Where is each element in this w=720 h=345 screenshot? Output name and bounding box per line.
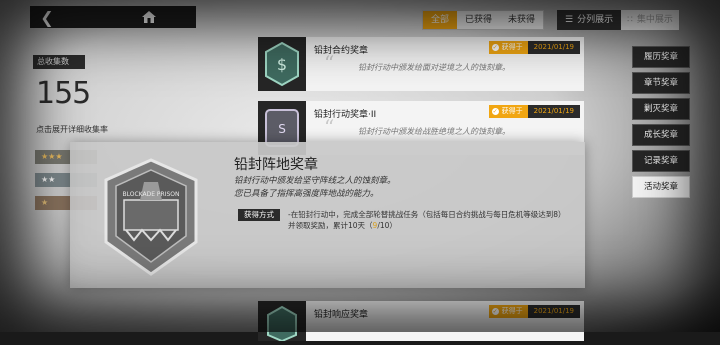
home-icon xyxy=(142,11,156,23)
medal-detail-popup[interactable]: BLOCKADE PRISON 铅封阵地奖章 铅封行动中颁发给坚守阵线之人的蚀刻… xyxy=(70,142,585,288)
medal-card[interactable]: 铅封响应奖章 ✓ 获得于 2021/01/19 xyxy=(258,301,584,343)
split-view-label: 分列展示 xyxy=(577,15,614,25)
collection-total: 155 xyxy=(36,76,91,111)
obtained-date: 2021/01/19 xyxy=(527,305,580,318)
side-tab-record[interactable]: 记录奖章 xyxy=(632,150,690,172)
filter-unobtained[interactable]: 未获得 xyxy=(500,11,543,29)
side-tab-resume[interactable]: 履历奖章 xyxy=(632,46,690,68)
method-text: -在铅封行动中，完成全部轮替挑战任务（包括每日合约挑战与每日危机等级达到8）并领… xyxy=(288,210,566,230)
split-view-button[interactable]: ☰ 分列展示 xyxy=(557,10,622,30)
focus-view-button[interactable]: ∷ 集中展示 xyxy=(621,10,679,30)
grid-icon: ∷ xyxy=(627,15,633,25)
obtained-badge: ✓ 获得于 2021/01/19 xyxy=(488,105,580,118)
medal-card[interactable]: $ 铅封合约奖章 “ 铅封行动中颁发给面对逆境之人的蚀刻章。 ✓ 获得于 2021… xyxy=(258,37,584,91)
home-button[interactable] xyxy=(110,6,188,28)
quote-icon: “ xyxy=(324,115,335,139)
filter-all[interactable]: 全部 xyxy=(423,11,458,29)
two-star-icon: ★★ xyxy=(41,175,56,184)
medal-title: 铅封响应奖章 xyxy=(314,310,369,320)
popup-title: 铅封阵地奖章 xyxy=(234,157,318,173)
side-tab-event[interactable]: 活动奖章 xyxy=(632,176,690,198)
svg-text:$: $ xyxy=(277,55,287,74)
filter-group: 全部 已获得 未获得 xyxy=(422,10,545,30)
method-label: 获得方式 xyxy=(238,209,280,221)
medal-inscription: BLOCKADE PRISON xyxy=(123,191,180,198)
collection-tag: 总收集数 xyxy=(33,55,85,69)
side-tab-growth[interactable]: 成长奖章 xyxy=(632,124,690,146)
one-star-icon: ★ xyxy=(41,198,49,207)
medal-icon xyxy=(258,301,306,343)
obtained-badge: ✓ 获得于 2021/01/19 xyxy=(488,41,580,54)
blockade-medal-icon: BLOCKADE PRISON xyxy=(84,156,219,284)
popup-desc-line: 铅封行动中颁发给坚守阵线之人的蚀刻章。 xyxy=(234,176,396,186)
popup-desc: 铅封行动中颁发给坚守阵线之人的蚀刻章。 您已具备了指挥高强度阵地战的能力。 xyxy=(234,175,396,201)
progress-total: /10 xyxy=(377,221,390,230)
svg-text:S: S xyxy=(278,122,286,136)
view-toggle: ☰ 分列展示 ∷ 集中展示 xyxy=(557,10,679,30)
check-icon: ✓ xyxy=(491,108,499,115)
popup-desc-line: 您已具备了指挥高强度阵地战的能力。 xyxy=(234,189,379,199)
medal-title: 铅封合约奖章 xyxy=(314,46,369,56)
side-tab-chapter[interactable]: 章节奖章 xyxy=(632,72,690,94)
focus-view-label: 集中展示 xyxy=(636,15,673,25)
medal-desc: 铅封行动中颁发给战胜绝境之人的蚀刻章。 xyxy=(358,127,510,136)
back-arrow-icon: ❮ xyxy=(40,7,54,27)
side-tab-annihilation[interactable]: 剿灭奖章 xyxy=(632,98,690,120)
obtained-date: 2021/01/19 xyxy=(527,105,580,118)
medal-icon: $ xyxy=(258,37,306,91)
obtained-date: 2021/01/19 xyxy=(527,41,580,54)
back-button[interactable]: ❮ xyxy=(30,6,64,28)
medal-desc: 铅封行动中颁发给面对逆境之人的蚀刻章。 xyxy=(358,63,510,72)
expand-hint[interactable]: 点击展开详细收集率 xyxy=(36,124,108,135)
check-icon: ✓ xyxy=(491,44,499,51)
check-icon: ✓ xyxy=(491,308,499,315)
three-star-icon: ★★★ xyxy=(41,152,63,161)
obtained-badge: ✓ 获得于 2021/01/19 xyxy=(488,305,580,318)
filter-obtained[interactable]: 已获得 xyxy=(457,11,500,29)
list-icon: ☰ xyxy=(565,15,574,25)
quote-icon: “ xyxy=(324,51,335,75)
